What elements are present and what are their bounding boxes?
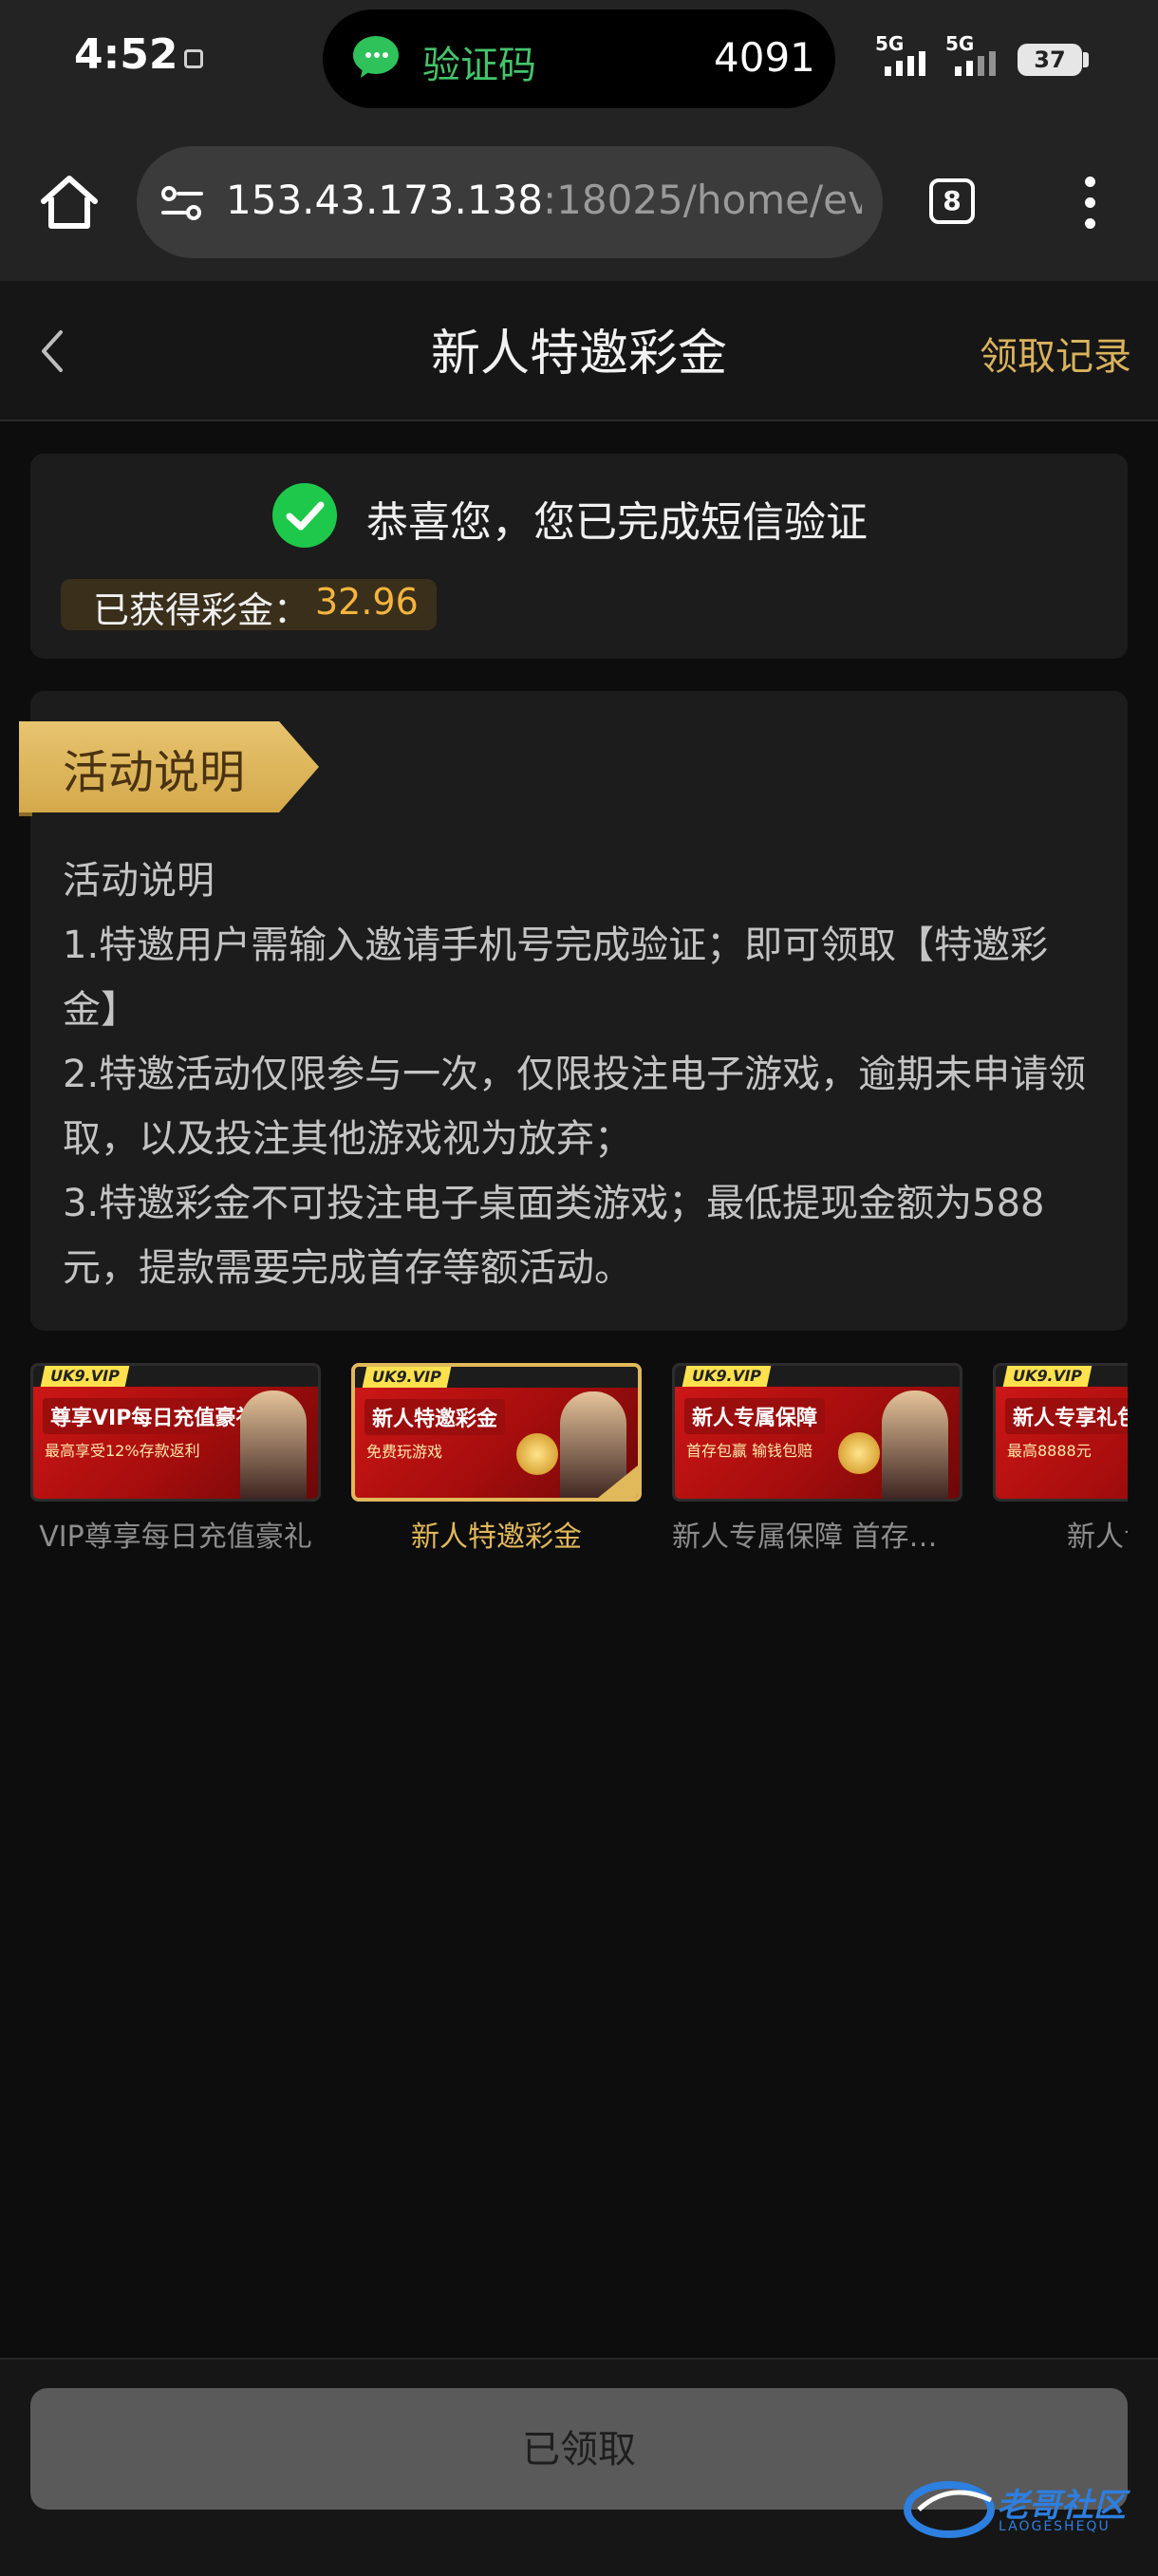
description-line: 活动说明 [63,859,215,903]
signal-2-icon [955,51,996,76]
promo-headline: 新人特邀彩金 [364,1399,506,1435]
watermark-subtext: LAOGESHEQU [999,2519,1111,2534]
promo-headline: 新人专属保障 [684,1398,826,1434]
promo-image: UK9.VIP 尊享VIP每日充值豪礼 最高享受12%存款返利 [30,1363,321,1502]
wechat-icon [353,36,399,78]
brand-tag: UK9.VIP [1002,1366,1093,1387]
promo-item-invite[interactable]: UK9.VIP 新人特邀彩金 免费玩游戏 新人特邀彩金 [351,1363,642,1555]
bonus-value: 32.96 [315,581,419,623]
promo-subline: 最高8888元 [1007,1442,1092,1460]
coin-icon [516,1433,558,1475]
battery-tip [1083,52,1089,67]
check-circle-icon [272,483,337,548]
promo-headline: 新人专享礼包 [1005,1398,1128,1434]
signal-1-icon [885,51,925,76]
promo-label: 新人专属保障 首存包… [672,1521,962,1554]
description-body: 活动说明 1.特邀用户需输入邀请手机号完成验证；即可领取【特邀彩金】 2.特邀活… [63,849,1097,1300]
promo-figure [240,1391,307,1499]
url-host: 153.43.173.138 [226,177,543,223]
promo-item-gift[interactable]: UK9.VIP 新人专享礼包 最高8888元 新人专享礼 [993,1363,1128,1555]
promo-item-guarantee[interactable]: UK9.VIP 新人专属保障 首存包赢 输钱包赔 新人专属保障 首存包… [672,1363,962,1555]
records-link[interactable]: 领取记录 [980,326,1131,381]
promo-item-vip[interactable]: UK9.VIP 尊享VIP每日充值豪礼 最高享受12%存款返利 VIP尊享每日充… [30,1363,321,1555]
promo-subline: 免费玩游戏 [366,1443,443,1461]
promo-label: 新人特邀彩金 [411,1521,582,1554]
promo-image: UK9.VIP 新人特邀彩金 免费玩游戏 [351,1363,642,1502]
clock: 4:52 [74,30,178,79]
bonus-label: 已获得彩金： [93,589,310,631]
url-path: :18025/home/event/c [543,177,862,223]
promo-label: 新人专享礼 [1067,1521,1128,1554]
promo-subline: 首存包赢 输钱包赔 [686,1442,813,1460]
tab-switcher-button[interactable]: 8 [929,178,975,224]
description-line: 1.特邀用户需输入邀请手机号完成验证；即可领取【特邀彩金】 [63,924,1049,1032]
promo-figure [882,1391,948,1499]
menu-dots-icon[interactable] [1074,177,1105,232]
description-line: 3.特邀彩金不可投注电子桌面类游戏；最低提现金额为588元，提款需要完成首存等额… [63,1182,1045,1290]
notification-icon [184,49,203,68]
promo-label: VIP尊享每日充值豪礼 [39,1521,312,1554]
promo-subline: 最高享受12%存款返利 [45,1442,200,1460]
brand-tag: UK9.VIP [362,1367,452,1388]
url-text[interactable]: 153.43.173.138:18025/home/event/c [226,177,862,223]
coin-icon [838,1432,880,1474]
promo-image: UK9.VIP 新人专属保障 首存包赢 输钱包赔 [672,1363,962,1502]
battery-indicator: 37 [1018,44,1082,76]
promotion-carousel[interactable]: UK9.VIP 尊享VIP每日充值豪礼 最高享受12%存款返利 VIP尊享每日充… [30,1363,1128,1562]
description-line: 2.特邀活动仅限参与一次，仅限投注电子游戏，逾期未申请领取，以及投注其他游戏视为… [63,1053,1087,1161]
sms-code: 4091 [714,34,815,81]
home-icon[interactable] [38,171,101,233]
ribbon-title: 活动说明 [63,746,246,799]
success-message: 恭喜您，您已完成短信验证 [366,498,868,547]
tune-icon[interactable] [159,180,205,226]
sms-app-title: 验证码 [422,44,536,87]
brand-tag: UK9.VIP [40,1366,130,1387]
promo-image: UK9.VIP 新人专享礼包 最高8888元 [993,1363,1128,1502]
brand-tag: UK9.VIP [682,1366,772,1387]
promo-headline: 尊享VIP每日充值豪礼 [43,1398,265,1434]
